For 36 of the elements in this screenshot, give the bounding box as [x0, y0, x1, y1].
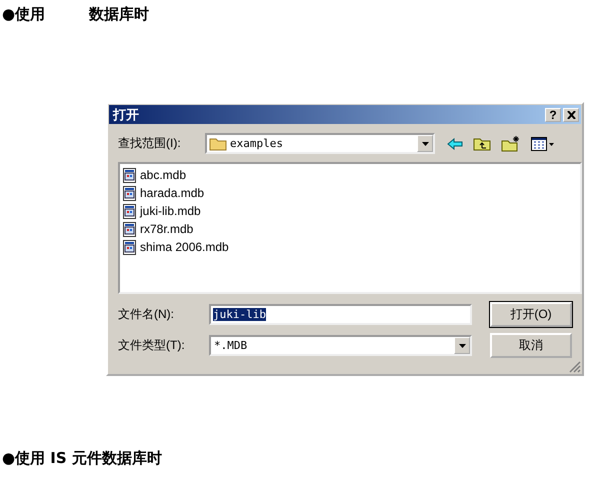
back-arrow-icon[interactable]	[447, 138, 463, 150]
file-type-label: 文件类型(T):	[118, 337, 186, 354]
help-button[interactable]: ?	[545, 108, 561, 122]
open-button[interactable]: 打开(O)	[490, 302, 572, 327]
file-name[interactable]: shima 2006.mdb	[140, 240, 229, 254]
section-heading: ●使用 IS 元件数据库时	[2, 448, 162, 468]
close-button[interactable]	[563, 108, 579, 122]
look-in-dropdown[interactable]: examples	[205, 133, 435, 154]
database-file-icon	[123, 240, 136, 254]
resize-grip-icon[interactable]	[569, 361, 581, 373]
file-name-field[interactable]: juki-lib	[209, 304, 472, 325]
caret-icon	[422, 142, 428, 146]
database-file-icon	[123, 222, 136, 236]
database-file-icon	[123, 204, 136, 218]
view-menu-icon[interactable]	[531, 136, 555, 150]
close-icon	[566, 110, 576, 118]
dropdown-button[interactable]	[454, 337, 470, 354]
window-title: 打开	[113, 106, 139, 124]
file-name[interactable]: abc.mdb	[140, 168, 186, 182]
folder-icon	[209, 136, 227, 150]
file-name[interactable]: harada.mdb	[140, 186, 204, 200]
new-folder-icon[interactable]	[501, 136, 521, 152]
section-heading: 数据库时	[89, 4, 150, 24]
dropdown-button[interactable]	[417, 135, 433, 152]
file-type-dropdown[interactable]: *.MDB	[209, 335, 472, 356]
file-name-label: 文件名(N):	[118, 306, 175, 323]
look-in-label: 查找范围(I):	[118, 135, 182, 152]
caret-icon	[458, 344, 466, 348]
file-name[interactable]: juki-lib.mdb	[140, 204, 201, 218]
section-heading: ●使用	[2, 4, 46, 24]
database-file-icon	[123, 168, 136, 182]
file-name-value: juki-lib	[213, 308, 266, 321]
up-folder-icon[interactable]	[473, 136, 491, 151]
cancel-button[interactable]: 取消	[490, 333, 572, 358]
file-name[interactable]: rx78r.mdb	[140, 222, 194, 236]
database-file-icon	[123, 186, 136, 200]
